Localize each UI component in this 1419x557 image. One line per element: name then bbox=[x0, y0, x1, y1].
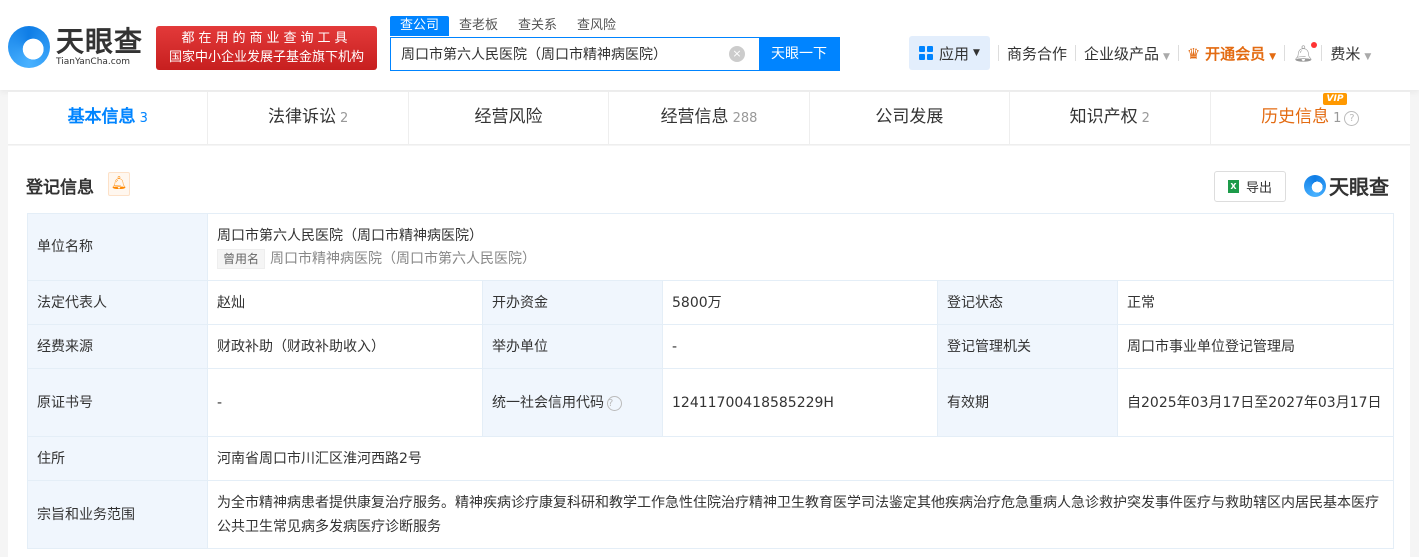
search-box: × 天眼一下 bbox=[390, 37, 840, 71]
logo[interactable]: 天眼查 TianYanCha.com bbox=[8, 26, 143, 68]
cert-no: - bbox=[207, 368, 483, 437]
clear-icon[interactable]: × bbox=[729, 46, 745, 62]
chevron-down-icon: ▼ bbox=[1269, 51, 1277, 62]
search-tab-risk[interactable]: 查风险 bbox=[567, 16, 626, 36]
help-icon[interactable]: ? bbox=[1344, 111, 1360, 126]
label: 宗旨和业务范围 bbox=[27, 480, 208, 549]
slogan-line2: 国家中小企业发展子基金旗下机构 bbox=[168, 50, 364, 65]
label: 登记状态 bbox=[937, 280, 1118, 325]
vip-menu[interactable]: ♛ 开通会员 ▼ bbox=[1187, 43, 1276, 64]
logo-icon bbox=[8, 26, 50, 68]
legal-rep[interactable]: 赵灿 bbox=[207, 280, 483, 325]
bell-icon[interactable]: 🔔︎ bbox=[1293, 41, 1318, 63]
registration-card: 登记信息 🔔︎ X 导出 天眼查 单位名称 周口市第六人民医院（周口市精神病医院）… bbox=[8, 146, 1410, 557]
tab-basic-info[interactable]: 基本信息 3 bbox=[8, 92, 209, 144]
label: 统一社会信用代码? bbox=[482, 368, 663, 437]
top-header: 天眼查 TianYanCha.com 都在用的商业查询工具 国家中小企业发展子基金… bbox=[0, 0, 1419, 90]
business-scope: 为全市精神病患者提供康复治疗服务。精神疾病诊疗康复科研和教学工作急性住院治疗精神… bbox=[207, 480, 1394, 549]
unit-name: 周口市第六人民医院（周口市精神病医院） bbox=[217, 227, 483, 244]
fund-source: 财政补助（财政补助收入） bbox=[207, 324, 483, 369]
table-row: 法定代表人 赵灿 开办资金 5800万 登记状态 正常 bbox=[27, 280, 1394, 325]
label: 住所 bbox=[27, 436, 208, 481]
search-tab-relation[interactable]: 查关系 bbox=[508, 16, 567, 36]
tab-operation[interactable]: 经营信息 288 bbox=[609, 92, 810, 144]
used-name: 周口市精神病医院（周口市第六人民医院） bbox=[270, 250, 537, 267]
label: 原证书号 bbox=[27, 368, 208, 437]
registration-table: 单位名称 周口市第六人民医院（周口市精神病医院） 曾用名 周口市精神病医院（周口市第… bbox=[27, 213, 1394, 549]
logo-cn: 天眼查 bbox=[56, 25, 144, 58]
excel-icon: X bbox=[1227, 180, 1239, 193]
monitor-bell-icon[interactable]: 🔔︎ bbox=[108, 172, 130, 196]
enterprise-label: 企业级产品 bbox=[1083, 44, 1159, 63]
notification-dot bbox=[1311, 41, 1318, 48]
enterprise-menu[interactable]: 企业级产品 ▼ bbox=[1084, 43, 1170, 64]
chevron-down-icon: ▼ bbox=[973, 48, 980, 58]
table-row: 原证书号 - 统一社会信用代码? 12411700418585229H 有效期 自20… bbox=[27, 368, 1394, 437]
label: 有效期 bbox=[937, 368, 1118, 437]
brand-logo: 天眼查 bbox=[1304, 171, 1389, 200]
vip-label: 开通会员 bbox=[1205, 44, 1266, 63]
vip-badge: VIP bbox=[1322, 93, 1348, 105]
search-input[interactable] bbox=[391, 38, 729, 70]
apps-label: 应用 bbox=[939, 44, 970, 63]
export-label: 导出 bbox=[1245, 181, 1272, 196]
section-title: 登记信息 bbox=[26, 178, 94, 198]
top-nav: 应用 ▼ 商务合作 企业级产品 ▼ ♛ 开通会员 ▼ 🔔︎ 费米 ▼ bbox=[909, 36, 1371, 70]
credit-code: 12411700418585229H bbox=[662, 368, 938, 437]
tab-history[interactable]: VIP 历史信息 1? bbox=[1211, 92, 1410, 144]
tab-development[interactable]: 公司发展 bbox=[810, 92, 1011, 144]
authority: 周口市事业单位登记管理局 bbox=[1117, 324, 1394, 369]
user-menu[interactable]: 费米 ▼ bbox=[1330, 43, 1371, 64]
table-row: 经费来源 财政补助（财政补助收入） 举办单位 - 登记管理机关 周口市事业单位登记管理… bbox=[27, 324, 1394, 369]
label: 经费来源 bbox=[27, 324, 208, 369]
status: 正常 bbox=[1117, 280, 1394, 325]
label: 法定代表人 bbox=[27, 280, 208, 325]
chevron-down-icon: ▼ bbox=[1364, 51, 1372, 62]
logo-en: TianYanCha.com bbox=[56, 57, 131, 67]
search-tab-boss[interactable]: 查老板 bbox=[449, 16, 508, 36]
label: 举办单位 bbox=[482, 324, 663, 369]
search-tabs: 查公司 查老板 查关系 查风险 bbox=[390, 16, 626, 36]
detail-tabs: 基本信息 3 法律诉讼 2 经营风险 经营信息 288 公司发展 知识产权 2 VIP 历… bbox=[8, 92, 1410, 145]
slogan-line1: 都在用的商业查询工具 bbox=[181, 31, 352, 46]
validity: 自2025年03月17日至2027年03月17日 bbox=[1117, 368, 1394, 437]
sponsor: - bbox=[662, 324, 938, 369]
label: 单位名称 bbox=[27, 213, 208, 281]
label: 登记管理机关 bbox=[937, 324, 1118, 369]
tab-ip[interactable]: 知识产权 2 bbox=[1010, 92, 1211, 144]
search-button[interactable]: 天眼一下 bbox=[759, 38, 839, 70]
crown-icon: ♛ bbox=[1186, 44, 1201, 63]
search-tab-company[interactable]: 查公司 bbox=[390, 16, 450, 36]
tab-legal[interactable]: 法律诉讼 2 bbox=[208, 92, 409, 144]
business-link[interactable]: 商务合作 bbox=[1007, 43, 1067, 64]
export-button[interactable]: X 导出 bbox=[1214, 171, 1286, 202]
apps-grid-icon bbox=[919, 46, 933, 60]
user-name: 费米 bbox=[1330, 44, 1361, 63]
tab-risk[interactable]: 经营风险 bbox=[409, 92, 610, 144]
used-name-tag: 曾用名 bbox=[217, 248, 266, 269]
label: 开办资金 bbox=[482, 280, 663, 325]
table-row: 单位名称 周口市第六人民医院（周口市精神病医院） 曾用名 周口市精神病医院（周口市第… bbox=[27, 213, 1394, 281]
capital: 5800万 bbox=[662, 280, 938, 325]
table-row: 住所 河南省周口市川汇区淮河西路2号 bbox=[27, 436, 1394, 481]
apps-menu[interactable]: 应用 ▼ bbox=[909, 36, 990, 70]
table-row: 宗旨和业务范围 为全市精神病患者提供康复治疗服务。精神疾病诊疗康复科研和教学工作急… bbox=[27, 480, 1394, 549]
address: 河南省周口市川汇区淮河西路2号 bbox=[207, 436, 1394, 481]
help-icon[interactable]: ? bbox=[607, 395, 622, 411]
logo-icon bbox=[1304, 174, 1326, 197]
chevron-down-icon: ▼ bbox=[1162, 51, 1170, 62]
slogan-banner[interactable]: 都在用的商业查询工具 国家中小企业发展子基金旗下机构 bbox=[156, 26, 377, 70]
